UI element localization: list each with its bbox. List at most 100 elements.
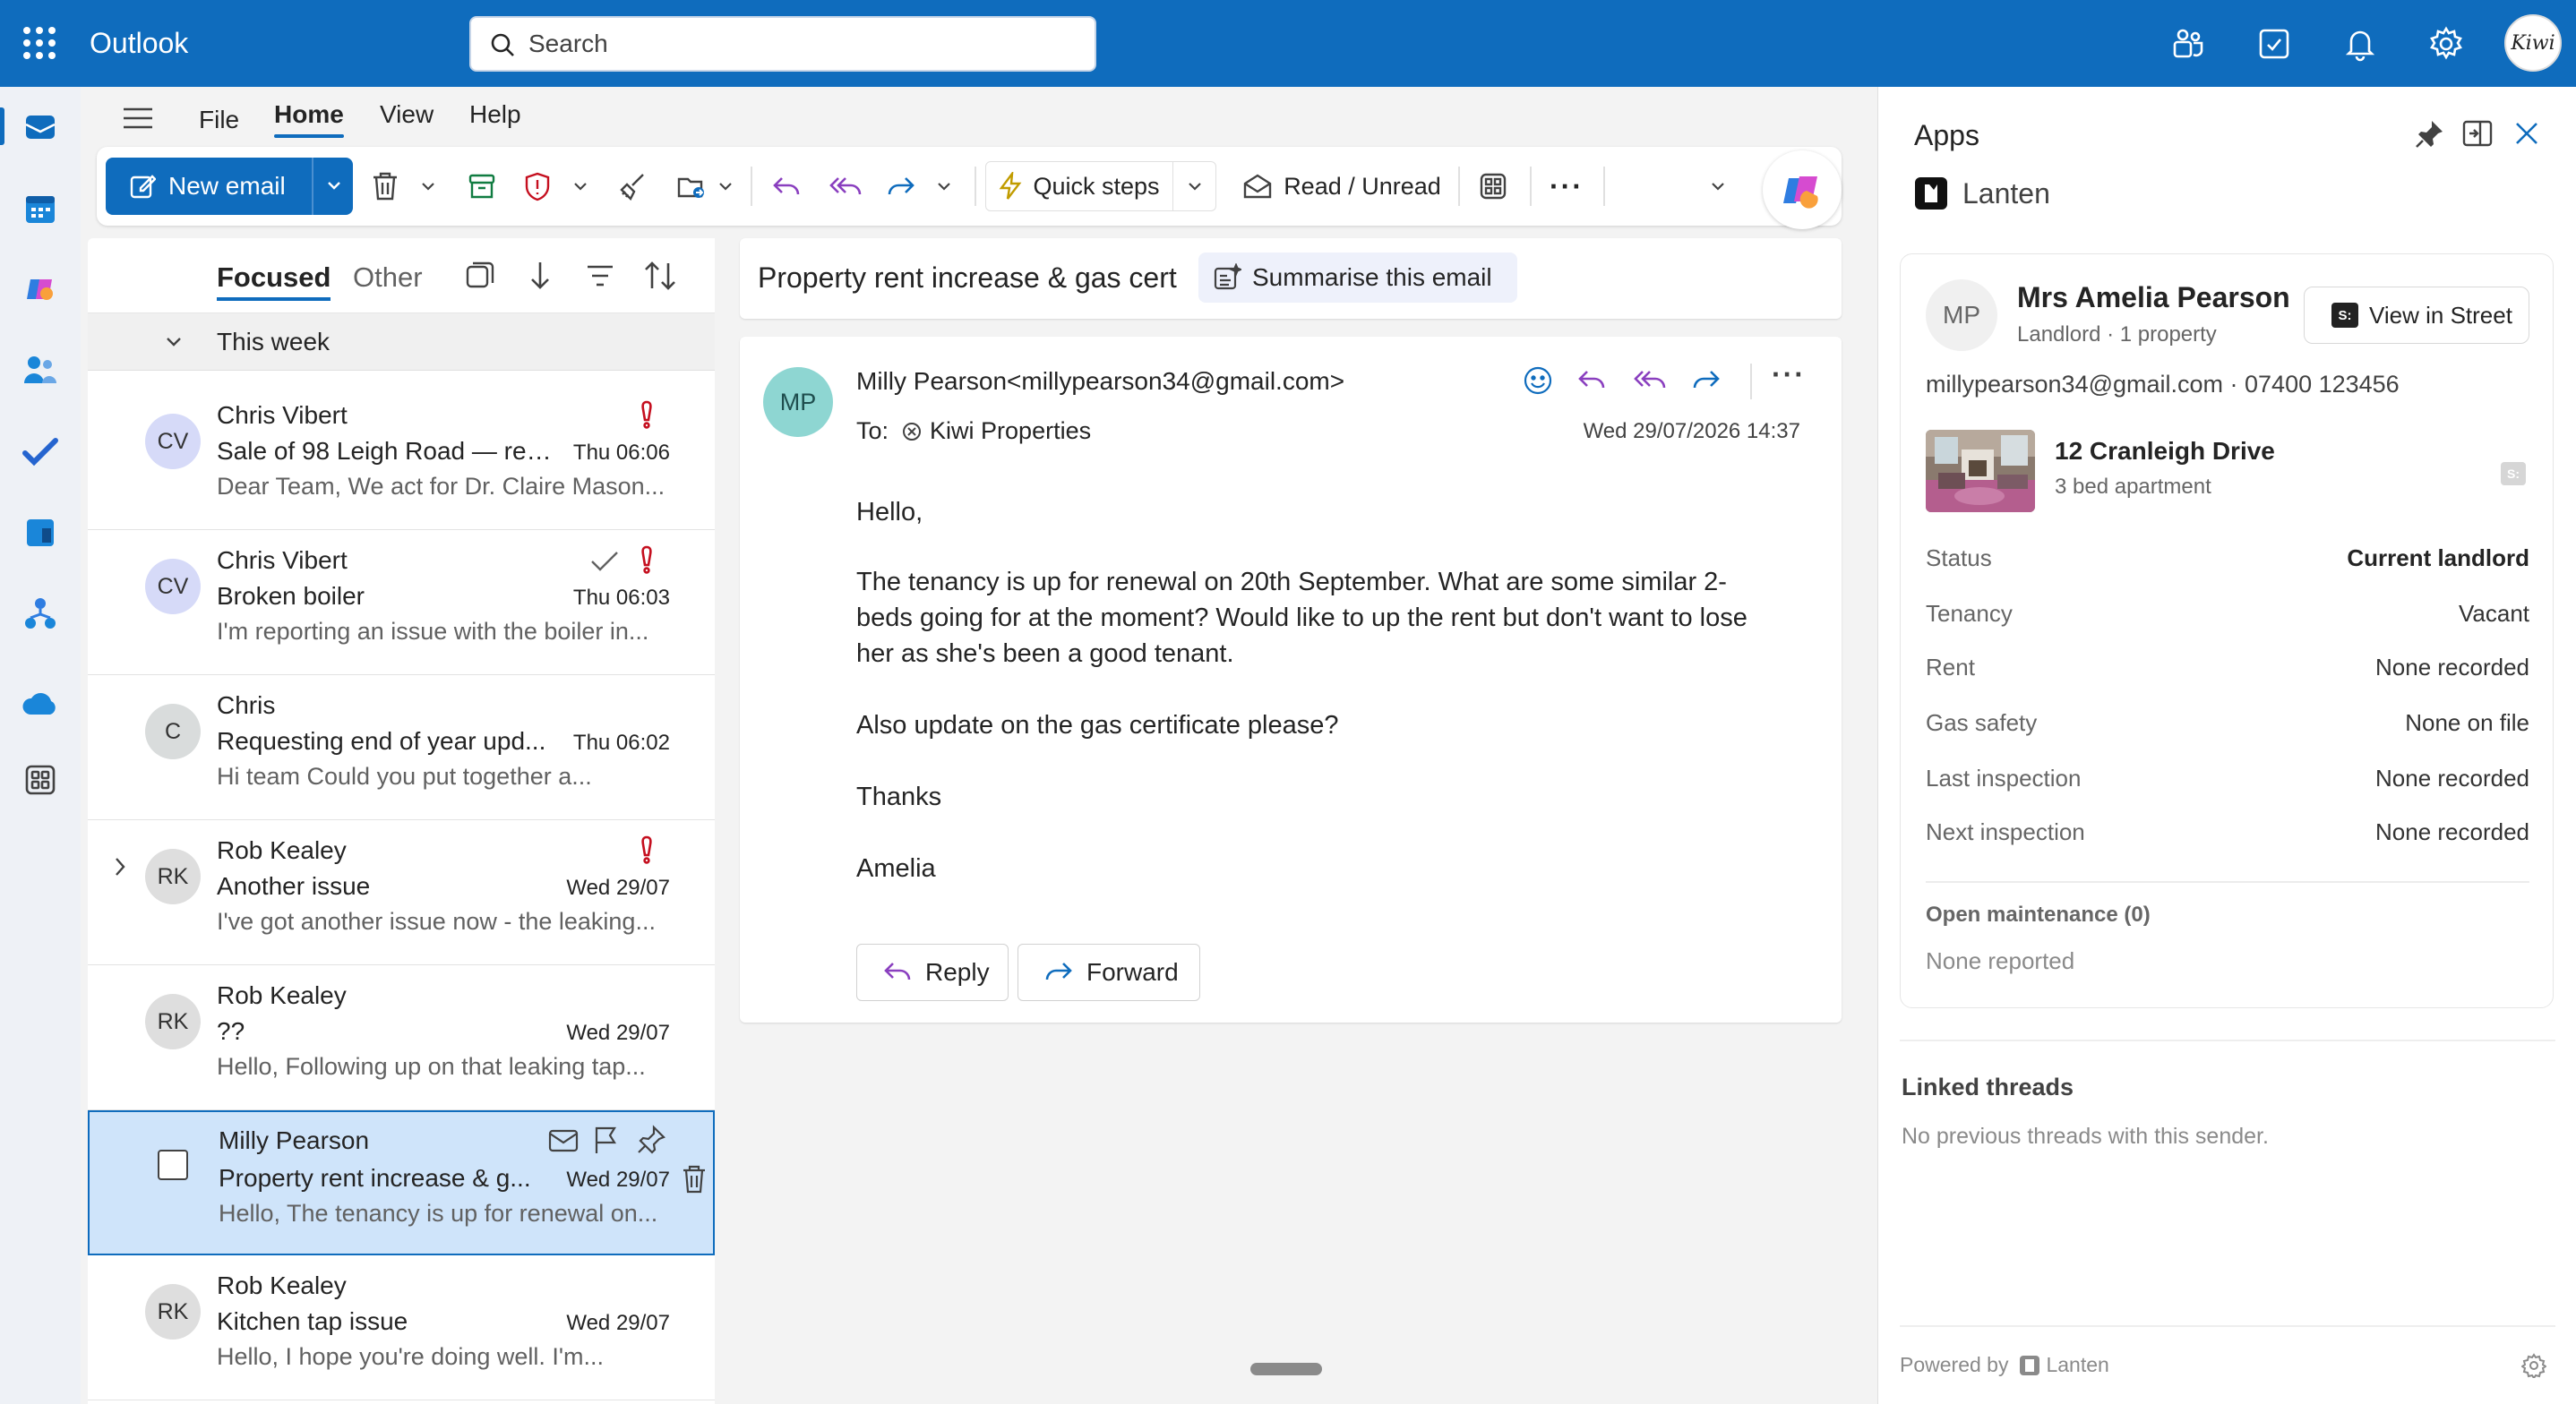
- reply-all-icon[interactable]: [1632, 367, 1668, 394]
- list-item[interactable]: CV Chris Vibert Broken boiler Thu 06:03 …: [88, 530, 715, 675]
- archive-icon[interactable]: [464, 161, 500, 211]
- report-chevron-icon[interactable]: [570, 161, 591, 211]
- copilot-button[interactable]: [1763, 150, 1842, 229]
- ribbon-divider: [975, 167, 976, 206]
- flag-icon[interactable]: [593, 1125, 620, 1155]
- reply-button[interactable]: Reply: [856, 944, 1009, 1001]
- apps-grid-icon[interactable]: [1474, 161, 1512, 211]
- profile-avatar[interactable]: Kiwi: [2504, 14, 2562, 72]
- app-launcher-icon[interactable]: [20, 23, 59, 63]
- sender-avatar: C: [145, 704, 201, 759]
- delete-icon[interactable]: [367, 161, 403, 211]
- settings-gear-icon[interactable]: [2521, 1353, 2546, 1378]
- move-to-folder-icon[interactable]: [674, 161, 709, 211]
- property-street-badge[interactable]: S:: [2501, 462, 2526, 485]
- reply-icon[interactable]: [1576, 367, 1609, 394]
- summarise-button[interactable]: Summarise this email: [1198, 253, 1517, 303]
- read-unread-button[interactable]: Read / Unread: [1234, 161, 1449, 211]
- mark-unread-icon[interactable]: [548, 1128, 579, 1153]
- recipient-name[interactable]: Kiwi Properties: [930, 417, 1091, 445]
- rail-more-apps[interactable]: [0, 750, 81, 809]
- rail-copilot[interactable]: [0, 260, 81, 319]
- jump-down-icon[interactable]: [527, 260, 554, 292]
- list-item[interactable]: RK Rob Kealey Kitchen tap issue Wed 29/0…: [88, 1255, 715, 1400]
- respond-chevron-icon[interactable]: [933, 161, 955, 211]
- list-item[interactable]: CV Chris Vibert Sale of 98 Leigh Road — …: [88, 385, 715, 530]
- close-icon[interactable]: [2514, 121, 2539, 146]
- message-date: Thu 06:03: [572, 586, 670, 610]
- pop-out-icon[interactable]: [2462, 119, 2493, 148]
- pane-resize-handle[interactable]: [1250, 1363, 1322, 1375]
- emoji-reaction-icon[interactable]: [1523, 365, 1553, 396]
- email-date: Wed 29/07/2026 14:37: [1583, 419, 1800, 443]
- rail-people[interactable]: [0, 340, 81, 399]
- menu-home[interactable]: Home: [274, 100, 344, 129]
- menu-help[interactable]: Help: [469, 100, 521, 129]
- property-thumbnail[interactable]: [1926, 430, 2035, 512]
- importance-icon[interactable]: [638, 835, 656, 865]
- quick-steps-chevron-icon[interactable]: [1173, 161, 1216, 211]
- forward-button[interactable]: Forward: [1018, 944, 1200, 1001]
- body-paragraph: The tenancy is up for renewal on 20th Se…: [856, 568, 1747, 668]
- rail-bookings[interactable]: [0, 503, 81, 562]
- more-actions-icon[interactable]: ···: [1772, 358, 1806, 391]
- rail-org[interactable]: [0, 584, 81, 643]
- quick-steps-button[interactable]: Quick steps: [985, 161, 1173, 211]
- message-preview: I've got another issue now - the leaking…: [217, 908, 656, 935]
- group-header-this-week[interactable]: This week: [88, 313, 715, 371]
- field-value: None recorded: [2375, 818, 2529, 845]
- list-item[interactable]: C Chris Requesting end of year upd... Th…: [88, 675, 715, 820]
- notes-icon[interactable]: [2254, 23, 2295, 64]
- list-item[interactable]: RK Rob Kealey ?? Wed 29/07 Hello, Follow…: [88, 965, 715, 1110]
- rail-mail[interactable]: [0, 97, 81, 156]
- new-email-button[interactable]: New email: [106, 158, 353, 215]
- contact-card: MP Mrs Amelia Pearson Landlord · 1 prope…: [1900, 253, 2554, 1008]
- message-subject: Sale of 98 Leigh Road — req...: [217, 437, 557, 465]
- teams-icon[interactable]: [2168, 23, 2209, 64]
- report-shield-icon[interactable]: [519, 161, 555, 211]
- filter-icon[interactable]: [586, 263, 614, 288]
- pin-icon[interactable]: [636, 1125, 666, 1155]
- sender-avatar: CV: [145, 414, 201, 469]
- search-input[interactable]: [528, 18, 1084, 70]
- email-from[interactable]: Milly Pearson<millypearson34@gmail.com>: [856, 367, 1344, 396]
- property-name[interactable]: 12 Cranleigh Drive: [2055, 437, 2275, 466]
- menu-view[interactable]: View: [380, 100, 434, 129]
- search-box[interactable]: [469, 16, 1096, 72]
- rail-todo[interactable]: [0, 423, 81, 482]
- rail-calendar[interactable]: [0, 179, 81, 238]
- reply-all-icon[interactable]: [826, 161, 865, 211]
- delete-chevron-icon[interactable]: [417, 161, 439, 211]
- hamburger-icon[interactable]: [122, 106, 154, 131]
- importance-icon[interactable]: [638, 399, 656, 430]
- expand-thread-chevron-icon[interactable]: [113, 856, 127, 878]
- message-subject: Kitchen tap issue: [217, 1307, 408, 1335]
- move-chevron-icon[interactable]: [715, 161, 736, 211]
- bell-icon[interactable]: [2340, 23, 2381, 64]
- contact-details: millypearson34@gmail.com · 07400 123456: [1926, 371, 2400, 398]
- rail-onedrive[interactable]: [0, 673, 81, 732]
- sort-icon[interactable]: [643, 260, 677, 292]
- gear-icon[interactable]: [2426, 23, 2467, 64]
- tab-focused[interactable]: Focused: [217, 261, 331, 301]
- more-options-icon[interactable]: ···: [1548, 161, 1585, 211]
- list-item[interactable]: RK Rob Kealey Another issue Wed 29/07 I'…: [88, 820, 715, 965]
- sender-avatar: CV: [145, 559, 201, 614]
- ribbon-expand-chevron-icon[interactable]: [1700, 161, 1736, 211]
- menu-file[interactable]: File: [199, 106, 239, 134]
- select-checkbox[interactable]: [158, 1150, 188, 1180]
- forward-icon[interactable]: [1689, 367, 1722, 394]
- powered-by: Powered by Lanten: [1900, 1353, 2109, 1377]
- reply-icon[interactable]: [769, 161, 804, 211]
- forward-icon[interactable]: [883, 161, 919, 211]
- delete-icon[interactable]: [681, 1164, 708, 1194]
- tab-other[interactable]: Other: [353, 261, 423, 294]
- list-item-selected[interactable]: Milly Pearson Property rent increase & g…: [88, 1110, 715, 1255]
- powered-by-brand: Lanten: [2046, 1353, 2109, 1376]
- pin-icon[interactable]: [2414, 119, 2444, 150]
- chevron-down-icon[interactable]: [326, 177, 342, 193]
- importance-icon[interactable]: [638, 544, 656, 575]
- sweep-broom-icon[interactable]: [614, 161, 650, 211]
- view-in-street-button[interactable]: S: View in Street: [2304, 287, 2529, 344]
- select-mode-icon[interactable]: [464, 260, 496, 292]
